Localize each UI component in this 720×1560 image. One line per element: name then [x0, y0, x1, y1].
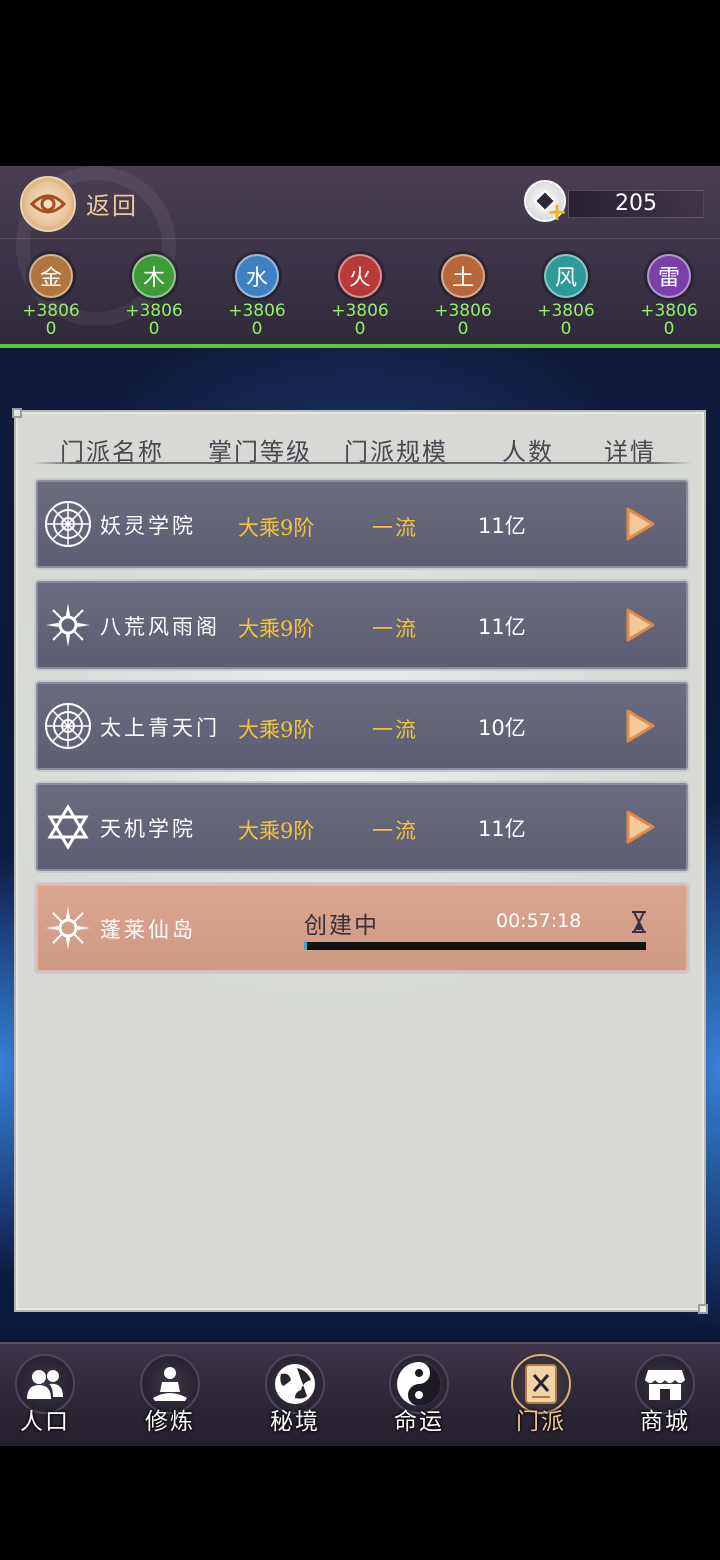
leader-level: 大乘9阶	[238, 819, 315, 843]
nav-label: 人口	[20, 1409, 70, 1435]
element-orb: 风	[544, 254, 588, 298]
nav-cultivation[interactable]: 修炼	[126, 1354, 214, 1436]
sect-scale: 一流	[372, 617, 418, 641]
sect-scale: 一流	[372, 819, 418, 843]
element-earth: 土 +3806 0	[428, 252, 498, 338]
sect-name: 妖灵学院	[100, 514, 196, 538]
sect-name: 太上青天门	[100, 716, 220, 740]
member-count: 11亿	[478, 817, 526, 841]
element-gain: +3806	[125, 301, 183, 321]
element-water: 水 +3806 0	[222, 252, 292, 338]
nav-destiny[interactable]: 命运	[375, 1354, 463, 1436]
element-gain-sub: 0	[45, 319, 57, 339]
sect-name: 八荒风雨阁	[100, 615, 220, 639]
nav-label: 门派	[516, 1409, 566, 1435]
sect-name: 天机学院	[100, 817, 196, 841]
sect-scale: 一流	[372, 516, 418, 540]
detail-arrow-icon[interactable]	[624, 607, 656, 643]
bagua-wheel-icon	[45, 703, 91, 749]
element-orb: 土	[441, 254, 485, 298]
element-gain: +3806	[22, 301, 80, 321]
sun-burst-icon	[46, 603, 90, 647]
back-label[interactable]: 返回	[86, 186, 138, 221]
element-wood: 木 +3806 0	[119, 252, 189, 338]
sun-burst-icon	[46, 906, 90, 950]
element-orb: 水	[235, 254, 279, 298]
add-currency-button[interactable]: +	[546, 200, 568, 224]
nav-secret-realm[interactable]: 秘境	[251, 1354, 339, 1436]
sect-row[interactable]: 八荒风雨阁 大乘9阶 一流 11亿	[36, 581, 688, 669]
nav-label: 商城	[640, 1409, 690, 1435]
element-metal: 金 +3806 0	[16, 252, 86, 338]
member-count: 11亿	[478, 514, 526, 538]
hourglass-icon	[632, 911, 646, 933]
element-thunder: 雷 +3806 0	[634, 252, 704, 338]
element-gain-sub: 0	[354, 319, 366, 339]
element-gain-sub: 0	[148, 319, 160, 339]
sect-list-panel: 门派名称 掌门等级 门派规模 人数 详情 妖灵学院 大乘9阶 一流 11亿 八荒…	[12, 408, 708, 1314]
element-gain-sub: 0	[457, 319, 469, 339]
sect-row[interactable]: 太上青天门 大乘9阶 一流 10亿	[36, 682, 688, 770]
element-gain-sub: 0	[560, 319, 572, 339]
element-gain: +3806	[434, 301, 492, 321]
panel-corner	[12, 408, 22, 418]
element-gain: +3806	[537, 301, 595, 321]
leader-level: 大乘9阶	[238, 718, 315, 742]
element-gain-sub: 0	[663, 319, 675, 339]
back-eye-icon	[30, 194, 66, 214]
element-resource-row: 金 +3806 0 木 +3806 0 水 +3806 0 火 +3806 0 …	[0, 252, 720, 342]
leader-level: 大乘9阶	[238, 516, 315, 540]
building-progress-bar	[304, 942, 646, 950]
nav-label: 命运	[394, 1409, 444, 1435]
nav-label: 秘境	[270, 1409, 320, 1435]
element-gain: +3806	[228, 301, 286, 321]
element-orb: 火	[338, 254, 382, 298]
member-count: 10亿	[478, 716, 526, 740]
leader-level: 大乘9阶	[238, 617, 315, 641]
member-count: 11亿	[478, 615, 526, 639]
sect-scale: 一流	[372, 718, 418, 742]
nav-shop[interactable]: 商城	[621, 1354, 709, 1436]
element-gain: +3806	[640, 301, 698, 321]
element-wind: 风 +3806 0	[531, 252, 601, 338]
header-divider	[32, 462, 692, 464]
element-orb: 金	[29, 254, 73, 298]
sect-name: 蓬莱仙岛	[100, 918, 196, 942]
element-gain: +3806	[331, 301, 389, 321]
detail-arrow-icon[interactable]	[624, 708, 656, 744]
sect-row[interactable]: 天机学院 大乘9阶 一流 11亿	[36, 783, 688, 871]
element-orb: 雷	[647, 254, 691, 298]
detail-arrow-icon[interactable]	[624, 506, 656, 542]
element-fire: 火 +3806 0	[325, 252, 395, 338]
element-orb: 木	[132, 254, 176, 298]
building-status: 创建中	[304, 913, 379, 939]
element-gain-sub: 0	[251, 319, 263, 339]
sect-row-building[interactable]: 蓬莱仙岛 创建中 00:57:18	[36, 884, 688, 972]
building-timer: 00:57:18	[496, 910, 582, 932]
header-divider	[0, 238, 720, 239]
bagua-wheel-icon	[45, 501, 91, 547]
bottom-nav: 人口 修炼 秘境 命运 门派 商城	[0, 1342, 720, 1446]
back-button[interactable]	[20, 176, 76, 232]
nav-label: 修炼	[145, 1409, 195, 1435]
detail-arrow-icon[interactable]	[624, 809, 656, 845]
panel-corner	[698, 1304, 708, 1314]
nav-sect[interactable]: 门派	[497, 1354, 585, 1436]
nav-population[interactable]: 人口	[1, 1354, 89, 1436]
building-progress-fill	[304, 942, 308, 950]
hexagram-icon	[47, 804, 89, 850]
currency-value: 205	[568, 190, 704, 218]
sect-row[interactable]: 妖灵学院 大乘9阶 一流 11亿	[36, 480, 688, 568]
